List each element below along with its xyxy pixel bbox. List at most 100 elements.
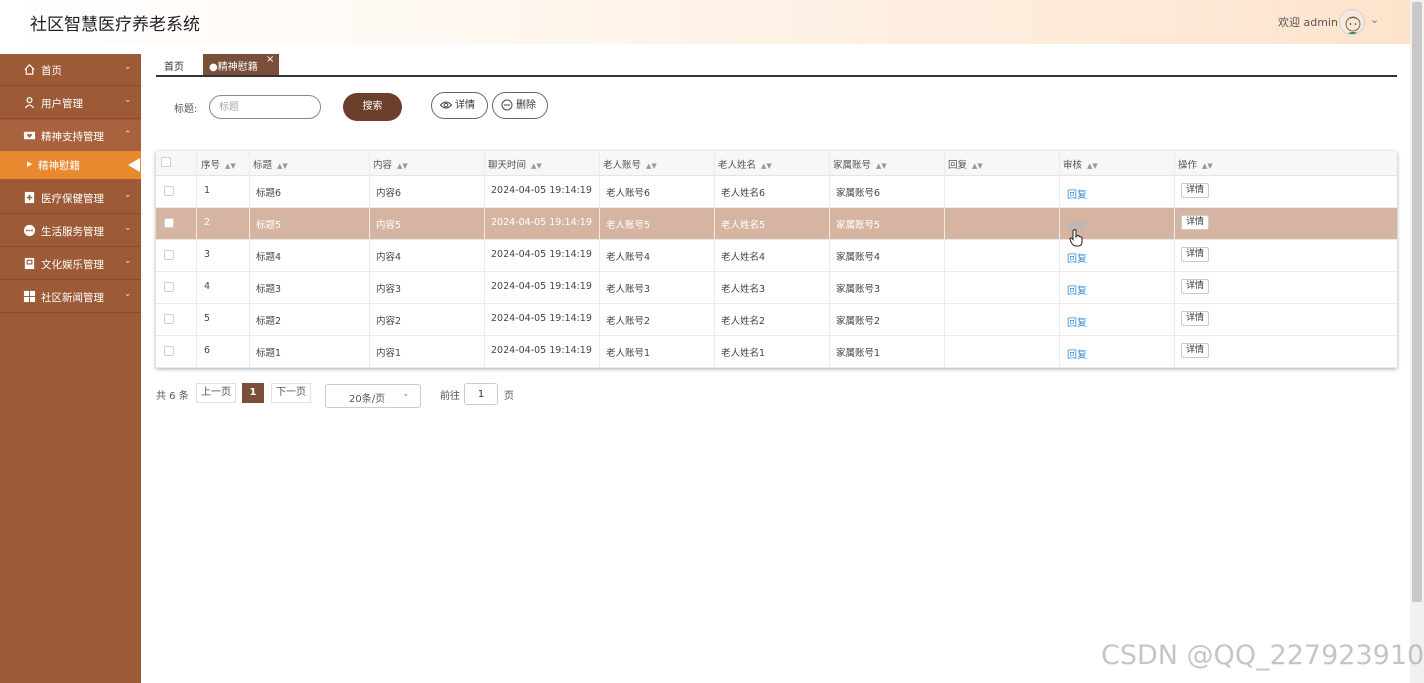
row-detail-button[interactable]: 详情	[1181, 183, 1210, 198]
cell-family-account: 家属账号1	[836, 348, 881, 359]
cell-elder-name: 老人姓名6	[721, 188, 766, 199]
pagination-total: 共 6 条	[156, 391, 189, 402]
chevron-down-icon: ⌄	[402, 389, 410, 399]
prev-page-button[interactable]: 上一页	[196, 383, 236, 403]
column-header[interactable]: 老人姓名 ▲▼	[718, 157, 772, 171]
row-checkbox[interactable]	[164, 218, 174, 228]
sidebar-item-news[interactable]: 社区新闻管理 ⌄	[0, 281, 141, 313]
select-all-checkbox[interactable]	[161, 157, 171, 167]
chevron-down-icon: ⌄	[124, 256, 132, 266]
cell-content: 内容6	[376, 188, 402, 199]
cell-elder-name: 老人姓名5	[721, 220, 766, 231]
cell-elder-name: 老人姓名2	[721, 316, 766, 327]
reply-link[interactable]: 回复	[1067, 186, 1087, 201]
table-row[interactable]: 4 标题3 内容3 2024-04-05 19:14:19 老人账号3 老人姓名3 家属账号…	[156, 272, 1397, 304]
cell-no: 3	[204, 249, 211, 260]
table-row[interactable]: 1 标题6 内容6 2024-04-05 19:14:19 老人账号6 老人姓名6 家属账号…	[156, 176, 1397, 208]
next-page-button[interactable]: 下一页	[271, 383, 311, 403]
cell-time: 2024-04-05 19:14:19	[491, 345, 592, 356]
chevron-up-icon: ⌃	[124, 130, 132, 140]
sidebar-subitem-label: 精神慰籍	[38, 160, 80, 172]
cell-elder-account: 老人账号6	[606, 188, 651, 199]
reply-link[interactable]: 回复	[1067, 346, 1087, 361]
row-detail-button[interactable]: 详情	[1181, 247, 1210, 262]
column-header[interactable]: 标题 ▲▼	[253, 157, 288, 171]
tab-bar: 首页 ●精神慰籍 ×	[156, 54, 1397, 77]
reply-link[interactable]: 回复	[1067, 250, 1087, 265]
tab-label: ●精神慰籍	[209, 62, 258, 73]
column-header[interactable]: 聊天时间 ▲▼	[488, 157, 542, 171]
search-button[interactable]: 搜索	[343, 93, 402, 121]
top-header: 社区智慧医疗养老系统 欢迎 admin ⌄	[0, 0, 1410, 44]
row-detail-button[interactable]: 详情	[1181, 279, 1210, 294]
eye-icon	[440, 101, 452, 109]
sort-icon: ▲▼	[531, 162, 542, 170]
table-header: 序号 ▲▼ 标题 ▲▼ 内容 ▲▼ 聊天时间 ▲▼ 老人账号 ▲▼ 老人姓名 ▲▼ 家属账号…	[156, 151, 1397, 176]
user-icon	[24, 97, 35, 109]
table-row[interactable]: 3 标题4 内容4 2024-04-05 19:14:19 老人账号4 老人姓名4 家属账号…	[156, 240, 1397, 272]
sort-icon: ▲▼	[646, 162, 657, 170]
row-detail-button[interactable]: 详情	[1181, 215, 1210, 230]
column-header[interactable]: 审核 ▲▼	[1063, 157, 1098, 171]
user-menu-chevron-icon[interactable]: ⌄	[1370, 13, 1379, 26]
goto-page-input[interactable]	[464, 383, 498, 405]
sidebar-item-home[interactable]: 首页 ⌄	[0, 54, 141, 86]
sort-icon: ▲▼	[972, 162, 983, 170]
table-row[interactable]: 6 标题1 内容1 2024-04-05 19:14:19 老人账号1 老人姓名1 家属账号…	[156, 336, 1397, 368]
hand-cursor-icon	[1069, 229, 1083, 247]
detail-button[interactable]: 详情	[431, 92, 488, 119]
cell-elder-account: 老人账号1	[606, 348, 651, 359]
sidebar-item-medical[interactable]: 医疗保健管理 ⌄	[0, 182, 141, 214]
cell-elder-name: 老人姓名4	[721, 252, 766, 263]
sidebar-item-life-service[interactable]: 生活服务管理 ⌄	[0, 215, 141, 247]
sidebar-item-spiritual-support[interactable]: 精神支持管理 ⌃	[0, 120, 141, 152]
column-header[interactable]: 操作 ▲▼	[1178, 157, 1213, 171]
column-header[interactable]: 内容 ▲▼	[373, 157, 408, 171]
reply-link[interactable]: 回复	[1067, 314, 1087, 329]
cell-title: 标题6	[256, 188, 282, 199]
row-detail-button[interactable]: 详情	[1181, 311, 1210, 326]
cell-title: 标题2	[256, 316, 282, 327]
row-checkbox[interactable]	[164, 186, 174, 196]
table-row[interactable]: 2 标题5 内容5 2024-04-05 19:14:19 老人账号5 老人姓名5 家属账号…	[156, 208, 1397, 240]
cell-title: 标题4	[256, 252, 282, 263]
current-page-button[interactable]: 1	[242, 383, 264, 403]
delete-button[interactable]: 删除	[492, 92, 548, 119]
cell-elder-account: 老人账号2	[606, 316, 651, 327]
title-search-input[interactable]	[209, 95, 321, 119]
avatar-face-icon	[1345, 16, 1361, 34]
row-checkbox[interactable]	[164, 346, 174, 356]
active-pointer-icon	[128, 158, 140, 172]
row-checkbox[interactable]	[164, 314, 174, 324]
cell-content: 内容3	[376, 284, 402, 295]
cell-family-account: 家属账号5	[836, 220, 881, 231]
home-icon	[24, 64, 35, 75]
row-checkbox[interactable]	[164, 250, 174, 260]
app-title: 社区智慧医疗养老系统	[30, 15, 200, 35]
page-suffix-label: 页	[504, 391, 514, 402]
sidebar-item-label: 文化娱乐管理	[41, 259, 104, 271]
sidebar-item-culture[interactable]: 文化娱乐管理 ⌄	[0, 248, 141, 280]
row-checkbox[interactable]	[164, 282, 174, 292]
tab-close-icon[interactable]: ×	[266, 54, 274, 65]
sort-icon: ▲▼	[397, 162, 408, 170]
sort-icon: ▲▼	[277, 162, 288, 170]
table-row[interactable]: 5 标题2 内容2 2024-04-05 19:14:19 老人账号2 老人姓名2 家属账号…	[156, 304, 1397, 336]
column-header[interactable]: 老人账号 ▲▼	[603, 157, 657, 171]
scrollbar-thumb[interactable]	[1412, 2, 1422, 602]
page-size-select[interactable]: 20条/页 ⌄	[325, 384, 421, 408]
cell-no: 2	[204, 217, 211, 228]
row-detail-button[interactable]: 详情	[1181, 343, 1210, 358]
sidebar-item-label: 社区新闻管理	[41, 292, 104, 304]
tab-home[interactable]: 首页	[164, 58, 184, 73]
avatar[interactable]	[1339, 9, 1365, 35]
column-header[interactable]: 回复 ▲▼	[948, 157, 983, 171]
delete-button-label: 删除	[516, 100, 536, 111]
reply-link[interactable]: 回复	[1067, 282, 1087, 297]
column-header[interactable]: 家属账号 ▲▼	[833, 157, 887, 171]
cell-no: 5	[204, 313, 211, 324]
sidebar-item-users[interactable]: 用户管理 ⌄	[0, 87, 141, 119]
cell-elder-name: 老人姓名3	[721, 284, 766, 295]
column-header[interactable]: 序号 ▲▼	[201, 157, 236, 171]
sidebar-subitem-spiritual-comfort[interactable]: ▶ 精神慰籍	[0, 151, 141, 179]
